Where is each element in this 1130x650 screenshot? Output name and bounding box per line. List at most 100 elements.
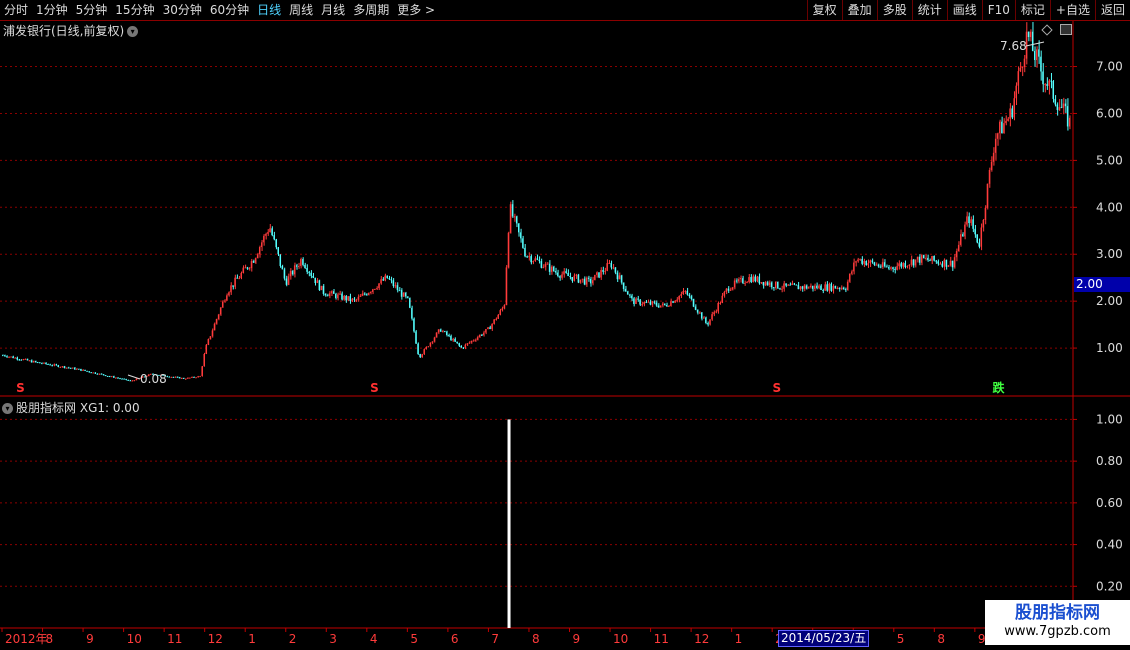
candle-body bbox=[581, 278, 584, 280]
candle-body bbox=[770, 282, 773, 288]
candle-body bbox=[365, 294, 368, 296]
candle-body bbox=[552, 266, 555, 272]
candle-body bbox=[82, 369, 84, 371]
candle-body bbox=[565, 271, 567, 273]
candle-body bbox=[1042, 71, 1044, 85]
candle-body bbox=[513, 216, 516, 218]
candle-body bbox=[415, 331, 417, 344]
candle-body bbox=[927, 257, 929, 261]
last-price-tag: 2.00 bbox=[1074, 277, 1130, 292]
candle-body bbox=[78, 368, 80, 370]
candle-body bbox=[406, 296, 409, 298]
candle-body bbox=[400, 290, 403, 297]
indicator-panel-title: ▾ 股朋指标网 XG1: 0.00 bbox=[2, 399, 140, 416]
candle-body bbox=[842, 287, 845, 290]
candle-body bbox=[32, 361, 35, 363]
chevron-down-icon[interactable]: ▾ bbox=[2, 403, 13, 414]
candle-body bbox=[90, 372, 92, 374]
candle-body bbox=[945, 259, 948, 267]
candle-body bbox=[596, 272, 598, 275]
candle-body bbox=[269, 228, 271, 233]
candle-body bbox=[384, 275, 386, 281]
candle-body bbox=[873, 262, 876, 265]
candle-body bbox=[972, 219, 974, 229]
candle-body bbox=[797, 284, 800, 290]
candle-body bbox=[187, 377, 189, 379]
candle-body bbox=[781, 288, 783, 290]
candle-body bbox=[538, 259, 541, 262]
candle-body bbox=[1060, 107, 1063, 109]
candle-body bbox=[577, 274, 580, 283]
candle-body bbox=[1011, 108, 1013, 118]
candle-body bbox=[978, 242, 980, 247]
candle-body bbox=[692, 299, 695, 307]
candle-body bbox=[618, 275, 621, 280]
candle-body bbox=[532, 261, 534, 263]
candle-body bbox=[376, 288, 378, 290]
x-tick-label: 5 bbox=[897, 632, 905, 646]
candle-body bbox=[248, 267, 251, 269]
candle-body bbox=[468, 342, 471, 344]
candle-body bbox=[988, 169, 991, 184]
candle-body bbox=[135, 378, 138, 381]
candle-body bbox=[53, 364, 55, 366]
candle-body bbox=[267, 232, 269, 234]
price-tick-label: 4.00 bbox=[1096, 200, 1123, 214]
candle-body bbox=[719, 302, 721, 304]
candle-body bbox=[240, 272, 242, 279]
candle-body bbox=[746, 282, 748, 284]
candle-body bbox=[1052, 80, 1054, 99]
candle-body bbox=[493, 319, 495, 324]
kline-chart[interactable]: 7.00 6.00 5.00 4.00 3.00 2.00 1.00 1.00 0.80 0.60… bbox=[0, 0, 1130, 650]
candle-body bbox=[452, 338, 454, 341]
candle-body bbox=[713, 312, 715, 315]
candle-body bbox=[24, 358, 27, 360]
candle-body bbox=[723, 291, 726, 296]
candle-body bbox=[935, 260, 937, 262]
candle-body bbox=[96, 373, 99, 375]
candle-body bbox=[834, 285, 837, 289]
candle-body bbox=[1058, 107, 1061, 111]
candle-body bbox=[791, 283, 793, 286]
candle-body bbox=[213, 323, 216, 331]
candle-body bbox=[372, 289, 374, 292]
candle-body bbox=[335, 293, 337, 299]
candle-body bbox=[404, 292, 407, 297]
candle-body bbox=[1066, 106, 1069, 127]
candle-body bbox=[735, 280, 738, 282]
candle-body bbox=[396, 285, 399, 291]
max-price-arrow bbox=[1025, 41, 1045, 47]
candle-body bbox=[322, 285, 325, 294]
candle-body bbox=[799, 286, 802, 290]
signal-marker-0: S bbox=[16, 381, 25, 395]
candle-body bbox=[779, 288, 781, 290]
candle-body bbox=[990, 161, 993, 170]
x-tick-label: 6 bbox=[451, 632, 459, 646]
panel-toggle-icon[interactable] bbox=[1060, 24, 1072, 35]
chevron-down-icon[interactable]: ▾ bbox=[127, 26, 139, 37]
candle-body bbox=[520, 232, 522, 239]
candle-body bbox=[651, 301, 654, 305]
candle-body bbox=[226, 295, 228, 301]
candle-body bbox=[402, 292, 405, 297]
candle-body bbox=[869, 260, 871, 264]
candle-body bbox=[918, 256, 921, 263]
x-tick-label: 10 bbox=[613, 632, 628, 646]
candle-body bbox=[986, 183, 989, 208]
candle-body bbox=[427, 346, 429, 348]
candle-body bbox=[729, 289, 732, 291]
candle-body bbox=[271, 228, 273, 236]
candle-body bbox=[598, 272, 600, 278]
candle-body bbox=[12, 356, 14, 359]
candle-body bbox=[567, 272, 569, 277]
candle-body bbox=[748, 277, 750, 283]
price-tick-label: 6.00 bbox=[1096, 106, 1123, 120]
candle-body bbox=[1044, 84, 1046, 86]
candle-body bbox=[487, 327, 489, 330]
candle-body bbox=[594, 274, 596, 281]
candle-body bbox=[501, 308, 504, 311]
price-panel-title: 浦发银行(日线,前复权) ▾ bbox=[3, 22, 139, 39]
candle-body bbox=[906, 265, 908, 268]
candle-body bbox=[600, 270, 602, 278]
candle-body bbox=[758, 276, 760, 284]
